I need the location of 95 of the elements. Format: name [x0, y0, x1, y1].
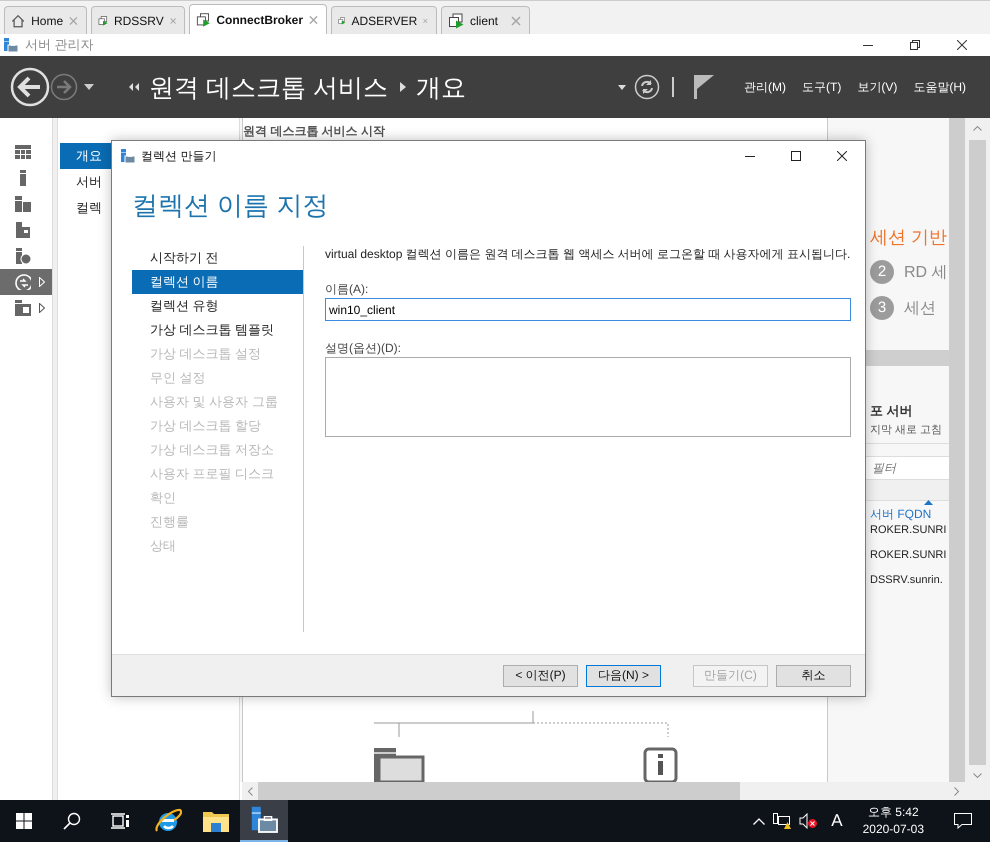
- wizard-step: 확인: [132, 486, 303, 510]
- arrow-left-icon: [10, 67, 50, 107]
- server-manager-icon: [250, 805, 278, 835]
- tab[interactable]: ADSERVER: [331, 6, 437, 34]
- taskbar-app[interactable]: [240, 800, 288, 842]
- remote-desktop-icon: [448, 12, 464, 28]
- section-title: 세션 기반: [870, 226, 948, 248]
- wizard-step[interactable]: 컬렉션 이름: [132, 270, 303, 294]
- search-icon: [63, 812, 81, 830]
- sort-arrow-icon: [924, 500, 934, 505]
- dialog-heading: 컬렉션 이름 지정: [132, 189, 330, 221]
- building-icon: [15, 222, 31, 238]
- maximize-icon: [791, 151, 801, 161]
- speaker-muted-icon[interactable]: [799, 813, 818, 829]
- table-cell-text: ROKER.SUNRI: [870, 523, 948, 538]
- tab[interactable]: client: [441, 6, 530, 34]
- wizard-step[interactable]: 시작하기 전: [132, 246, 303, 270]
- column-header[interactable]: 서버 FQDN: [870, 506, 932, 522]
- close-icon: [956, 40, 966, 50]
- refresh-icon[interactable]: [634, 74, 660, 100]
- step-label: 세션: [904, 298, 936, 318]
- menu-item[interactable]: 보기(V): [857, 78, 898, 96]
- expand-arrow-icon[interactable]: [39, 303, 45, 313]
- close-icon: [837, 151, 847, 161]
- remote-desktop-icon: [15, 274, 31, 290]
- flag-icon[interactable]: [694, 75, 714, 99]
- double-chevron-icon[interactable]: [128, 82, 140, 92]
- next-button[interactable]: 다음(N) >: [586, 664, 661, 686]
- wizard-step: 사용자 프로필 디스크: [132, 462, 303, 486]
- panel-title: 포 서버: [870, 402, 914, 419]
- back-button[interactable]: [10, 67, 50, 107]
- server-globe-icon: [15, 248, 31, 264]
- tab[interactable]: Home: [4, 6, 87, 34]
- input-indicator[interactable]: A: [831, 811, 843, 831]
- wizard-step: 가상 데스크톱 저장소: [132, 438, 303, 462]
- section-heading: 원격 데스크톱 서비스 시작: [243, 123, 386, 138]
- network-warning-icon[interactable]: [773, 813, 792, 829]
- task-view-icon: [111, 813, 129, 829]
- description-field[interactable]: [325, 357, 851, 437]
- wizard-step[interactable]: 컬렉션 유형: [132, 294, 303, 318]
- windows-icon: [16, 813, 32, 829]
- arrow-right-icon: [50, 73, 78, 101]
- tab[interactable]: RDSSRV: [91, 6, 185, 34]
- step-number: 3: [870, 296, 894, 320]
- wizard-step: 가상 데스크톱 할당: [132, 414, 303, 438]
- step-label: RD 세: [904, 262, 948, 282]
- wizard-step: 사용자 및 사용자 그룹: [132, 390, 303, 414]
- remote-desktop-icon: [196, 12, 210, 28]
- window-title: 서버 관리자: [25, 36, 94, 54]
- step-number: 2: [870, 260, 894, 284]
- scroll-down-icon[interactable]: [973, 772, 982, 778]
- home-icon: [11, 12, 26, 28]
- dialog-title: 컬렉션 만들기: [141, 148, 216, 164]
- cancel-button[interactable]: 취소: [776, 664, 851, 686]
- filter-field[interactable]: 필터: [866, 456, 949, 480]
- dropdown-icon[interactable]: [618, 84, 626, 90]
- wizard-step: 무인 설정: [132, 366, 303, 390]
- menu-item[interactable]: 도구(T): [802, 78, 842, 96]
- grid-icon: [15, 144, 31, 160]
- scrollbar-thumb[interactable]: [258, 782, 740, 800]
- server-manager-icon: [3, 37, 19, 53]
- breadcrumb-item[interactable]: 개요: [416, 70, 466, 104]
- menu-item[interactable]: 도움말(H): [913, 78, 966, 96]
- chevron-up-icon[interactable]: [753, 818, 766, 824]
- restore-icon: [910, 40, 920, 50]
- description-text: virtual desktop 컬렉션 이름은 원격 데스크톱 웹 액세스 서버에 로그온할 때 사용자에게 표시됩니다.: [325, 246, 851, 262]
- name-field[interactable]: win10_client: [325, 298, 851, 321]
- chevron-icon: [400, 82, 406, 92]
- menu-item[interactable]: 관리(M): [744, 78, 786, 96]
- folder-icon: [203, 810, 229, 832]
- wizard-step: 진행률: [132, 510, 303, 534]
- tab[interactable]: ConnectBroker: [189, 4, 327, 34]
- scroll-up-icon[interactable]: [973, 126, 982, 130]
- servers-icon: [15, 196, 31, 212]
- field-label: 설명(옵션)(D):: [325, 341, 402, 355]
- wizard-step: 상태: [132, 534, 303, 558]
- forward-button[interactable]: [50, 73, 78, 101]
- previous-button[interactable]: < 이전(P): [503, 664, 578, 686]
- notification-icon[interactable]: [954, 813, 972, 829]
- table-cell-text: ROKER.SUNRI: [870, 548, 948, 563]
- clock-date[interactable]: 2020-07-03: [862, 821, 924, 838]
- server-manager-icon: [120, 148, 136, 164]
- wizard-step[interactable]: 가상 데스크톱 템플릿: [132, 318, 303, 342]
- breadcrumb-item[interactable]: 원격 데스크톱 서비스: [149, 70, 388, 104]
- dropdown-icon[interactable]: [84, 84, 94, 90]
- clock-time[interactable]: 오후 5:42: [868, 804, 919, 821]
- folder-server-icon: [15, 300, 31, 316]
- wizard-step: 가상 데스크톱 설정: [132, 342, 303, 366]
- scrollbar-thumb[interactable]: [969, 140, 986, 765]
- nav-item[interactable]: 컬렉: [60, 195, 111, 221]
- nav-item[interactable]: 서버: [60, 169, 111, 195]
- rail-item[interactable]: [0, 269, 52, 295]
- field-label: 이름(A):: [325, 282, 370, 296]
- table-cell-text: DSSRV.sunrin.: [870, 573, 944, 588]
- nav-item[interactable]: 개요: [60, 143, 111, 169]
